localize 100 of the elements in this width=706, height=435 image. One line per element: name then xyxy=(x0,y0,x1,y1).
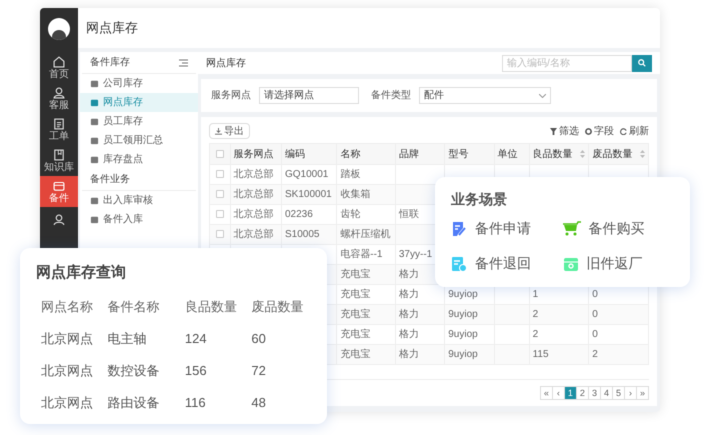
table-cell: 9uyiop xyxy=(448,309,478,320)
download-icon xyxy=(215,128,222,134)
table-cell-text: 北京网点 xyxy=(41,330,94,348)
column-header: 名称 xyxy=(340,148,360,162)
column-header: 品牌 xyxy=(398,148,419,162)
field-label: 服务网点 xyxy=(211,88,251,103)
menu-icon[interactable] xyxy=(179,58,188,66)
checkbox[interactable] xyxy=(216,190,224,198)
table-cell: 0 xyxy=(592,289,598,300)
table-cell-text: 124 xyxy=(184,330,208,348)
toolbar-link[interactable]: 刷新 xyxy=(620,124,649,138)
scenario-link[interactable]: 旧件返厂 xyxy=(586,253,642,274)
table-cell: 格力 xyxy=(398,289,419,300)
edit-document-icon[interactable] xyxy=(451,220,467,236)
nav-item[interactable]: 备件 xyxy=(40,176,78,207)
sort-icon[interactable] xyxy=(580,150,586,158)
sidebar-item[interactable]: 库存盘点 xyxy=(80,150,198,169)
table-cell-text: 路由设备 xyxy=(108,394,160,412)
table-cell: 9uyiop xyxy=(448,329,478,340)
section-title: 备件库存 xyxy=(90,56,130,70)
app-title: 网点库存 xyxy=(86,19,138,38)
table-cell: SK100001 xyxy=(285,189,332,200)
avatar[interactable] xyxy=(48,18,70,40)
field-label: 备件类型 xyxy=(371,88,411,103)
page-title: 网点库存 xyxy=(206,56,246,70)
table-cell-text: 116 xyxy=(184,394,207,412)
table-cell-text: 156 xyxy=(184,362,208,380)
table-cell: 格力 xyxy=(398,329,419,340)
table-cell: 37yy--1 xyxy=(398,249,432,260)
table-cell: 充电宝 xyxy=(340,329,370,340)
checkbox[interactable] xyxy=(216,170,224,178)
table-cell: 9uyiop xyxy=(448,349,478,360)
table-cell: 1 xyxy=(532,289,538,300)
input-field[interactable]: 请选择网点 xyxy=(259,87,359,104)
column-header: 废品数量 xyxy=(592,148,632,162)
page-button[interactable]: › xyxy=(624,386,637,400)
table-cell: S10005 xyxy=(285,229,320,240)
column-header: 备件名称 xyxy=(108,298,160,316)
table-cell: 螺杆压缩机 xyxy=(340,229,390,240)
nav-item[interactable]: 首页 xyxy=(40,52,78,83)
nav-item[interactable]: 知识库 xyxy=(40,145,78,176)
table-cell-text: 48 xyxy=(251,394,267,412)
table-cell: 踏板 xyxy=(340,169,360,180)
sidebar-item[interactable]: 员工领用汇总 xyxy=(80,131,198,150)
chevron-down-icon xyxy=(539,94,546,98)
table-cell: 115 xyxy=(532,349,549,360)
table-cell: 格力 xyxy=(398,309,419,320)
sidebar-item[interactable]: 员工库存 xyxy=(80,112,198,131)
column-header: 良品数量 xyxy=(184,298,238,316)
table-cell: 9uyiop xyxy=(448,289,478,300)
sidebar-item[interactable]: 出入库审核 xyxy=(80,191,198,210)
table-cell: 恒联 xyxy=(398,209,419,220)
nav-item[interactable]: 客服 xyxy=(40,83,78,114)
scenario-link[interactable]: 备件购买 xyxy=(588,218,644,239)
checkbox[interactable] xyxy=(216,210,224,218)
page-button[interactable]: « xyxy=(540,386,553,400)
filter-icon xyxy=(550,128,557,134)
table-cell: GQ10001 xyxy=(285,169,328,180)
table-cell: 收集箱 xyxy=(340,189,370,200)
page-button[interactable]: 3 xyxy=(588,386,601,400)
search-field[interactable]: 输入编码/名称 xyxy=(502,54,632,72)
page-button[interactable]: 2 xyxy=(576,386,589,400)
table-cell: 北京总部 xyxy=(234,229,274,240)
page-button[interactable]: ‹ xyxy=(552,386,565,400)
cart-icon[interactable] xyxy=(562,220,580,236)
page-button[interactable]: 5 xyxy=(612,386,625,400)
table-cell-text: 数控设备 xyxy=(108,362,160,380)
toolbar-link[interactable]: 字段 xyxy=(585,124,614,138)
table-cell: 充电宝 xyxy=(340,289,370,300)
sort-icon[interactable] xyxy=(640,150,645,158)
table-cell: 充电宝 xyxy=(340,309,370,320)
sidebar-item[interactable]: 备件入库 xyxy=(80,210,198,229)
sidebar-item[interactable]: 公司库存 xyxy=(80,74,198,93)
column-header: 良品数量 xyxy=(532,148,573,162)
select-field[interactable]: 配件 xyxy=(419,87,551,104)
card-title: 业务场景 xyxy=(451,190,508,209)
table-cell: 0 xyxy=(592,329,598,340)
home-icon xyxy=(52,55,66,69)
table-cell: 格力 xyxy=(398,269,419,280)
scenario-link[interactable]: 备件退回 xyxy=(475,253,531,274)
refresh-icon xyxy=(620,128,627,134)
page-button[interactable]: 1 xyxy=(564,386,577,400)
scenario-link[interactable]: 备件申请 xyxy=(475,218,531,239)
toolbar-link[interactable]: 筛选 xyxy=(550,124,579,138)
table-cell-text: 电主轴 xyxy=(108,330,148,348)
export-button[interactable]: 导出 xyxy=(209,123,250,139)
column-header: 单位 xyxy=(498,148,518,162)
nav-item[interactable]: 工单 xyxy=(40,114,78,145)
document-return-icon[interactable] xyxy=(451,256,467,272)
search-button[interactable] xyxy=(632,54,652,72)
table-cell: 2 xyxy=(532,329,538,340)
table-cell: 电容器--1 xyxy=(340,249,382,260)
checkbox[interactable] xyxy=(216,150,224,158)
page-button[interactable]: » xyxy=(636,386,649,400)
book-icon xyxy=(52,148,66,162)
card-title: 网点库存查询 xyxy=(36,263,127,283)
checkbox[interactable] xyxy=(216,230,224,238)
table-cell-text: 北京网点 xyxy=(41,394,94,412)
search-icon xyxy=(638,59,646,67)
page-button[interactable]: 4 xyxy=(600,386,613,400)
